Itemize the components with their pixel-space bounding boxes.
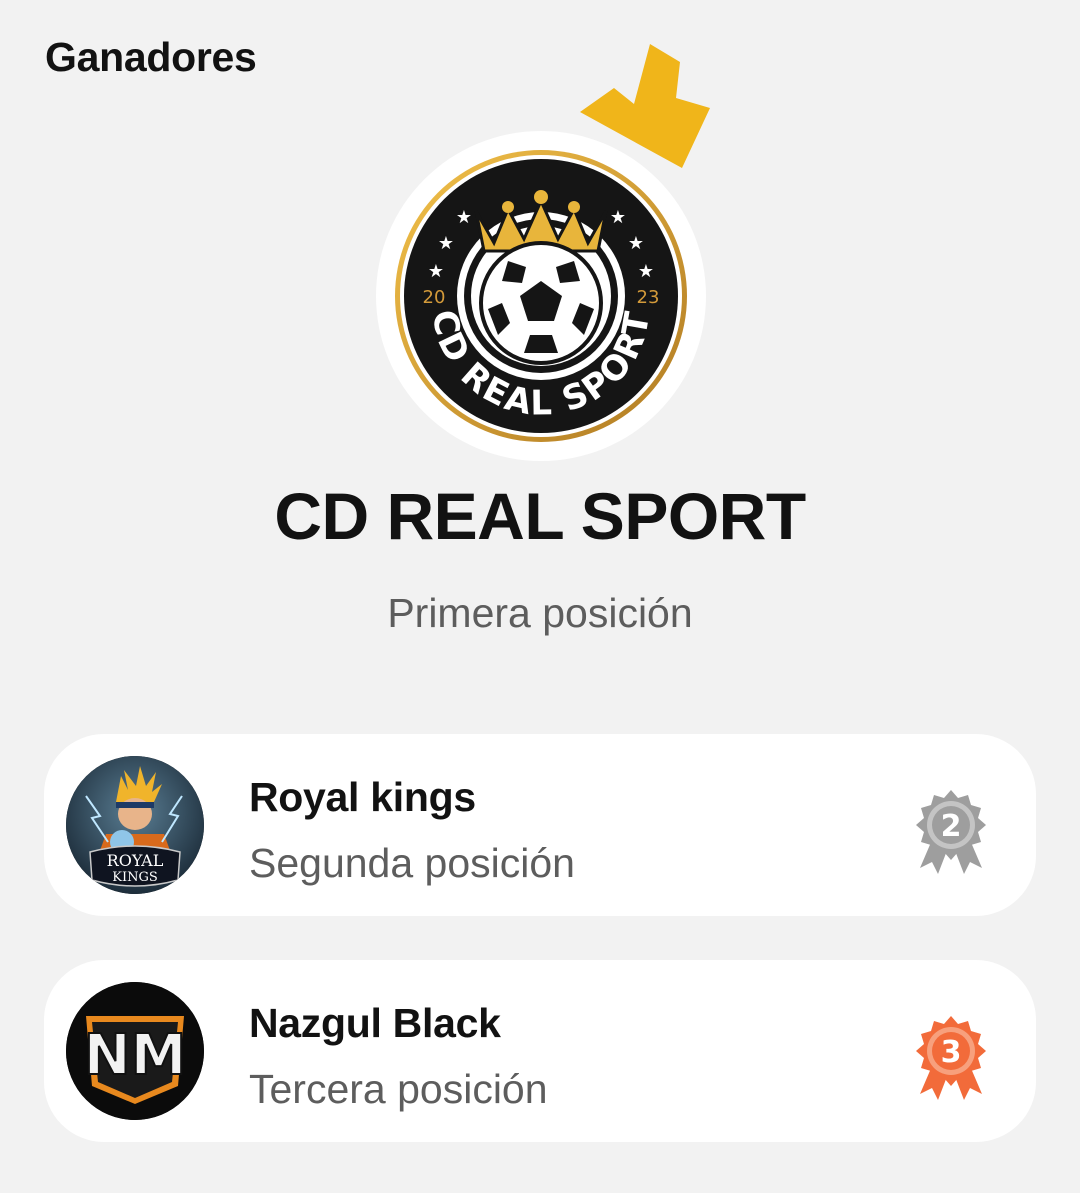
svg-text:23: 23 [637,287,660,308]
team-crest-image: ★ ★ ★ ★ ★ ★ 20 23 CD REAL SPORT [395,150,687,442]
ranking-card-third[interactable]: NM Nazgul Black Tercera posición 3 [44,960,1036,1142]
svg-text:★: ★ [638,261,654,282]
winner-name: CD REAL SPORT [274,479,806,553]
svg-text:20: 20 [423,287,446,308]
svg-text:★: ★ [628,233,644,254]
svg-text:2: 2 [941,809,962,844]
svg-text:★: ★ [428,261,444,282]
team-name: Royal kings [249,774,476,820]
svg-text:NM: NM [84,1023,187,1088]
team-name: Nazgul Black [249,1000,501,1046]
svg-text:★: ★ [456,207,472,228]
svg-text:KINGS: KINGS [112,870,158,885]
third-place-medal-icon: 3 [916,1016,986,1100]
winner-position-label: Primera posición [387,590,693,636]
ranking-card-second[interactable]: ROYAL KINGS Royal kings Segunda posición… [44,734,1036,916]
winner-section: ★ ★ ★ ★ ★ ★ 20 23 CD REAL SPORT CD REAL … [0,0,1080,660]
svg-text:★: ★ [610,207,626,228]
svg-text:★: ★ [438,233,454,254]
svg-text:ROYAL: ROYAL [107,851,164,870]
soccer-ball-icon [479,241,603,365]
team-avatar-royal-kings: ROYAL KINGS [66,756,204,894]
second-place-medal-icon: 2 [916,790,986,874]
team-avatar-nazgul-black: NM [66,982,204,1120]
team-position-label: Segunda posición [249,840,575,886]
svg-text:3: 3 [941,1035,962,1070]
team-position-label: Tercera posición [249,1066,548,1112]
winner-logo[interactable]: ★ ★ ★ ★ ★ ★ 20 23 CD REAL SPORT [376,131,706,461]
